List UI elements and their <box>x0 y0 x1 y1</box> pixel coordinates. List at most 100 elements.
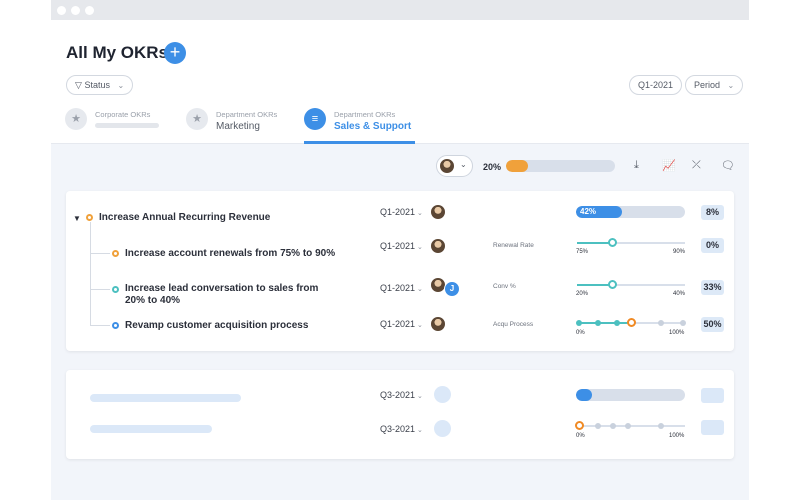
milestone-step[interactable] <box>595 320 601 326</box>
kr-start-label: 75% <box>576 249 589 255</box>
chevron-down-icon: ⌄ <box>417 427 423 434</box>
kr-metric: Conv % <box>493 283 516 290</box>
tab-sales-support[interactable]: ≡ Department OKRs Sales & Support <box>304 106 419 144</box>
avatar-placeholder <box>434 420 451 437</box>
kr-metric: Renewal Rate <box>493 242 534 249</box>
objective-title[interactable]: Increase Annual Recurring Revenue <box>99 212 270 224</box>
placeholder-slider-track <box>577 425 685 427</box>
milestone-step <box>610 423 616 429</box>
kr-slider-knob[interactable] <box>607 280 617 289</box>
avatar[interactable]: J <box>444 281 460 297</box>
milestone-step <box>595 423 601 429</box>
comment-icon[interactable]: 🗨 <box>721 159 735 172</box>
kr-period[interactable]: Q1-2021 ⌄ <box>380 283 423 293</box>
milestone-step[interactable] <box>614 320 620 326</box>
kr-status-dot <box>112 322 119 329</box>
page-header: All My OKRs + ▽ Status ⌄ Q1-2021 Period … <box>51 20 749 144</box>
period-label: Q3-2021 <box>380 390 416 400</box>
star-icon: ★ <box>186 108 208 130</box>
kr-start-label: 0% <box>576 330 585 336</box>
tab-label: Marketing <box>216 121 260 132</box>
overall-progress-fill <box>506 160 528 172</box>
objective-status-dot <box>86 214 93 221</box>
kr-slider-knob[interactable] <box>627 318 636 327</box>
avatar[interactable] <box>430 316 446 332</box>
placeholder-progress-bar <box>576 389 685 401</box>
status-filter-label: Status <box>84 80 110 90</box>
objective-progress-bar: 42% <box>576 206 685 218</box>
kr-score[interactable]: 0% <box>701 238 724 253</box>
placeholder-card: Q3-2021 ⌄ Q3-2021 ⌄ 0% 100% <box>66 370 734 459</box>
kr-score[interactable]: 50% <box>701 317 724 332</box>
kr-slider-knob[interactable] <box>607 238 617 247</box>
kr-title[interactable]: Revamp customer acquisition process <box>125 320 308 332</box>
avatar <box>439 158 455 174</box>
period-label: Q1-2021 <box>380 319 416 329</box>
milestone-step[interactable] <box>680 320 686 326</box>
chevron-down-icon: ⌄ <box>727 81 735 90</box>
tab-label: Sales & Support <box>334 121 412 132</box>
window-dot-minimize[interactable] <box>71 6 80 15</box>
kr-period[interactable]: Q1-2021 ⌄ <box>380 319 423 329</box>
period-label: Q1-2021 <box>380 283 416 293</box>
milestone-step[interactable] <box>576 320 582 326</box>
chevron-down-icon: ⌄ <box>417 210 423 217</box>
app-window: All My OKRs + ▽ Status ⌄ Q1-2021 Period … <box>51 0 749 500</box>
window-dot-maximize[interactable] <box>85 6 94 15</box>
status-filter[interactable]: ▽ Status ⌄ <box>66 75 134 95</box>
tab-sublabel: Department OKRs <box>216 110 278 119</box>
chart-icon[interactable]: 📈 <box>662 159 676 172</box>
period-label: Q1-2021 <box>380 207 416 217</box>
tab-sublabel: Department OKRs <box>334 110 396 119</box>
avatar[interactable] <box>430 204 446 220</box>
window-dot-close[interactable] <box>57 6 66 15</box>
placeholder-period[interactable]: Q3-2021 ⌄ <box>380 390 423 400</box>
avatar[interactable] <box>430 238 446 254</box>
add-okr-button[interactable]: + <box>164 42 186 64</box>
period-label: Q3-2021 <box>380 424 416 434</box>
placeholder-score <box>701 420 724 435</box>
chevron-down-icon: ⌄ <box>460 160 467 169</box>
kr-title[interactable]: Increase account renewals from 75% to 90… <box>125 248 335 260</box>
quarter-filter[interactable]: Q1-2021 <box>629 75 683 95</box>
placeholder-slider-knob[interactable] <box>575 421 584 430</box>
page-title: All My OKRs <box>66 43 169 62</box>
period-filter[interactable]: Period ⌄ <box>685 75 744 95</box>
chevron-down-icon: ⌄ <box>417 244 423 251</box>
filter-icon: ▽ <box>75 80 82 90</box>
kr-end-label: 90% <box>673 249 686 255</box>
objective-card: ▼ Increase Annual Recurring Revenue Q1-2… <box>66 191 734 351</box>
kr-title-line1[interactable]: Increase lead conversation to sales from <box>125 283 318 295</box>
kr-period[interactable]: Q1-2021 ⌄ <box>380 241 423 251</box>
period-label: Q1-2021 <box>380 241 416 251</box>
collapse-caret-icon[interactable]: ▼ <box>73 214 81 223</box>
placeholder-score <box>701 388 724 403</box>
objective-progress-label: 42% <box>580 207 597 216</box>
owner-filter[interactable]: ⌄ <box>436 155 473 177</box>
avatar-placeholder <box>434 386 451 403</box>
collapse-icon[interactable]: ⤫ <box>692 159 701 172</box>
tab-marketing[interactable]: ★ Department OKRs Marketing <box>186 106 296 144</box>
overall-progress-label: 20% <box>483 162 502 172</box>
quarter-filter-label: Q1-2021 <box>638 80 674 90</box>
milestone-step <box>625 423 631 429</box>
objective-score[interactable]: 8% <box>701 205 724 220</box>
document-icon: ≡ <box>304 108 326 130</box>
download-icon[interactable]: ⤓ <box>634 159 639 172</box>
milestone-step[interactable] <box>658 320 664 326</box>
kr-score[interactable]: 33% <box>701 280 724 295</box>
tab-label-placeholder <box>95 123 159 128</box>
objective-period[interactable]: Q1-2021 ⌄ <box>380 207 423 217</box>
kr-status-dot <box>112 250 119 257</box>
kr-title-line2[interactable]: 20% to 40% <box>125 295 180 307</box>
chevron-down-icon: ⌄ <box>417 322 423 329</box>
overall-progress-bar <box>506 160 615 172</box>
tree-connector <box>90 253 110 254</box>
window-titlebar <box>51 0 749 20</box>
objective-progress-fill: 42% <box>576 206 622 218</box>
placeholder-period[interactable]: Q3-2021 ⌄ <box>380 424 423 434</box>
tab-corporate-okrs[interactable]: ★ Corporate OKRs <box>65 106 175 144</box>
tree-connector <box>90 289 110 290</box>
star-icon: ★ <box>65 108 87 130</box>
kr-slider-fill <box>577 322 631 324</box>
